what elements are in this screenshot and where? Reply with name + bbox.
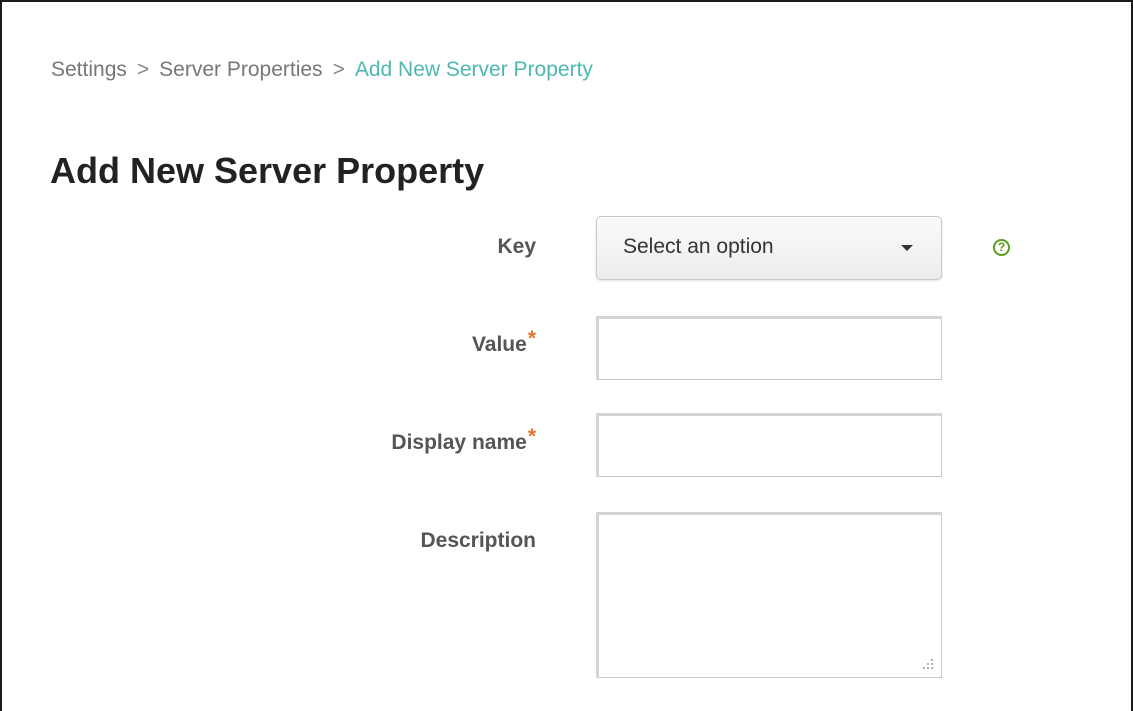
breadcrumb-settings[interactable]: Settings [51, 58, 127, 81]
value-label-text: Value [471, 333, 527, 356]
description-textarea[interactable] [596, 512, 942, 678]
page-title: Add New Server Property [50, 150, 485, 191]
display-name-input[interactable] [596, 413, 942, 477]
description-label-text: Description [420, 529, 536, 552]
key-select[interactable]: Select an option [596, 216, 942, 280]
resize-grip-icon[interactable] [920, 656, 934, 670]
key-label: Key [497, 235, 536, 259]
chevron-down-icon [901, 245, 913, 251]
page-frame [0, 0, 1133, 711]
required-asterisk: * [527, 425, 536, 448]
breadcrumb: Settings > Server Properties > Add New Serve… [51, 58, 593, 82]
display-name-label-text: Display name [391, 431, 527, 454]
breadcrumb-separator: > [332, 58, 345, 81]
description-label: Description [420, 529, 536, 553]
breadcrumb-current-page: Add New Server Property [354, 58, 593, 81]
breadcrumb-server-properties[interactable]: Server Properties [159, 58, 322, 81]
key-select-value: Select an option [623, 235, 774, 258]
question-circle-icon[interactable]: ? [993, 239, 1010, 256]
display-name-label: Display name* [391, 425, 536, 455]
required-asterisk: * [527, 327, 536, 350]
value-input[interactable] [596, 316, 942, 380]
value-label: Value* [471, 327, 536, 357]
key-label-text: Key [497, 235, 536, 258]
breadcrumb-separator: > [136, 58, 150, 81]
